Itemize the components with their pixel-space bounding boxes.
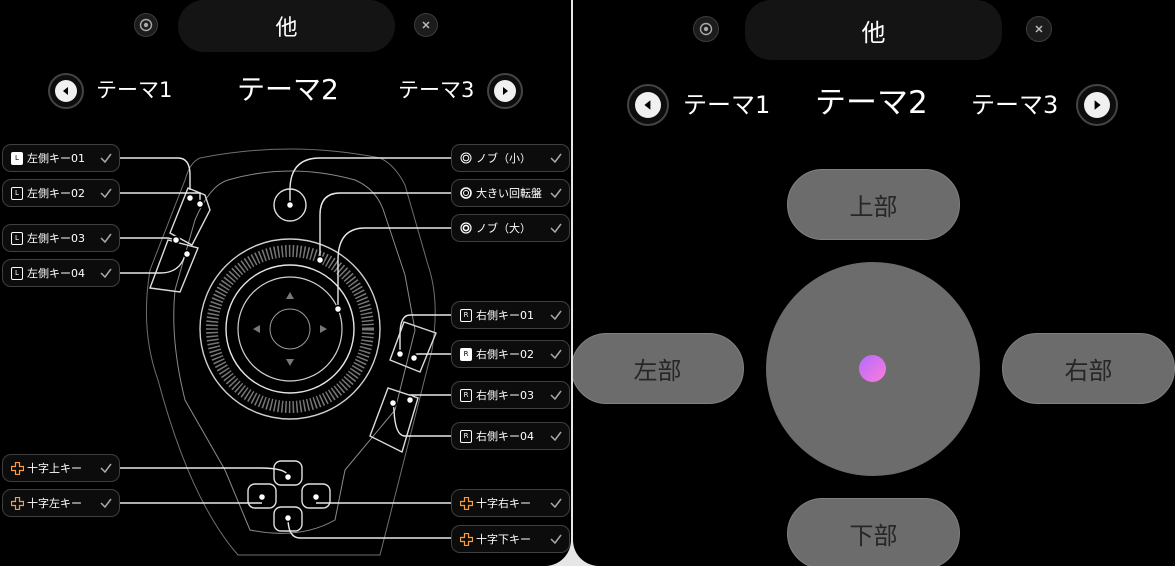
- label-cross-up[interactable]: 十字上キー: [2, 454, 120, 482]
- next-theme-button[interactable]: [1076, 84, 1118, 126]
- label-left-key-04[interactable]: L 左側キー04: [2, 259, 120, 287]
- check-icon: [550, 534, 562, 545]
- side-key-r-icon: R: [459, 308, 473, 322]
- label-left-key-03[interactable]: L 左側キー03: [2, 224, 120, 252]
- check-icon: [550, 153, 562, 164]
- dpad-down-button[interactable]: 下部: [787, 498, 960, 566]
- label-right-key-01[interactable]: R 右側キー01: [451, 301, 570, 329]
- dpad-left-button[interactable]: 左部: [573, 333, 744, 404]
- label-cross-right[interactable]: 十字右キー: [451, 489, 570, 517]
- close-icon[interactable]: [1026, 16, 1052, 42]
- joystick-area[interactable]: [766, 262, 980, 476]
- dial-icon: [459, 186, 473, 200]
- side-key-r-icon: R: [459, 388, 473, 402]
- label-knob-small[interactable]: ノブ（小）: [451, 144, 570, 172]
- target-settings-icon[interactable]: [693, 16, 719, 42]
- knob-icon: [459, 151, 473, 165]
- dpad-right-button[interactable]: 右部: [1002, 333, 1175, 404]
- check-icon: [100, 188, 112, 199]
- side-key-l-icon: L: [10, 231, 24, 245]
- triangle-right-icon: [1094, 100, 1101, 110]
- label-left-key-01[interactable]: L 左側キー01: [2, 144, 120, 172]
- check-icon: [550, 310, 562, 321]
- label-knob-large[interactable]: ノブ（大）: [451, 214, 570, 242]
- check-icon: [550, 188, 562, 199]
- side-key-r-icon: R: [459, 429, 473, 443]
- dpad-up-button[interactable]: 上部: [787, 169, 960, 240]
- theme-current-label: テーマ2: [815, 85, 928, 121]
- label-cross-down[interactable]: 十字下キー: [451, 525, 570, 553]
- label-right-key-02[interactable]: R 右側キー02: [451, 340, 570, 368]
- side-key-r-icon: R: [459, 347, 473, 361]
- check-icon: [550, 431, 562, 442]
- label-right-key-03[interactable]: R 右側キー03: [451, 381, 570, 409]
- joystick-knob[interactable]: [859, 355, 886, 382]
- label-left-key-02[interactable]: L 左側キー02: [2, 179, 120, 207]
- check-icon: [100, 233, 112, 244]
- page-title: 他: [745, 0, 1002, 60]
- knob-icon: [459, 221, 473, 235]
- theme-prev-label[interactable]: テーマ1: [683, 93, 770, 117]
- check-icon: [550, 390, 562, 401]
- label-cross-left[interactable]: 十字左キー: [2, 489, 120, 517]
- label-right-key-04[interactable]: R 右側キー04: [451, 422, 570, 450]
- joystick-panel: 他 テーマ1 テーマ2 テーマ3 上部 左部 右部 下部: [573, 0, 1175, 566]
- controller-map-panel: 他 テーマ1 テーマ2 テーマ3 L 左側キー01 L 左側キー02 L 左側キ…: [0, 0, 571, 566]
- dpad-icon: [459, 496, 473, 510]
- check-icon: [550, 349, 562, 360]
- triangle-left-icon: [644, 100, 651, 110]
- side-key-l-icon: L: [10, 266, 24, 280]
- check-icon: [100, 498, 112, 509]
- dpad-icon: [10, 496, 24, 510]
- check-icon: [550, 223, 562, 234]
- label-big-dial[interactable]: 大きい回転盤: [451, 179, 570, 207]
- check-icon: [100, 463, 112, 474]
- check-icon: [100, 268, 112, 279]
- theme-next-label[interactable]: テーマ3: [971, 93, 1058, 117]
- side-key-l-icon: L: [10, 151, 24, 165]
- side-key-l-icon: L: [10, 186, 24, 200]
- dpad-icon: [459, 532, 473, 546]
- prev-theme-button[interactable]: [627, 84, 669, 126]
- dpad-icon: [10, 461, 24, 475]
- check-icon: [100, 153, 112, 164]
- check-icon: [550, 498, 562, 509]
